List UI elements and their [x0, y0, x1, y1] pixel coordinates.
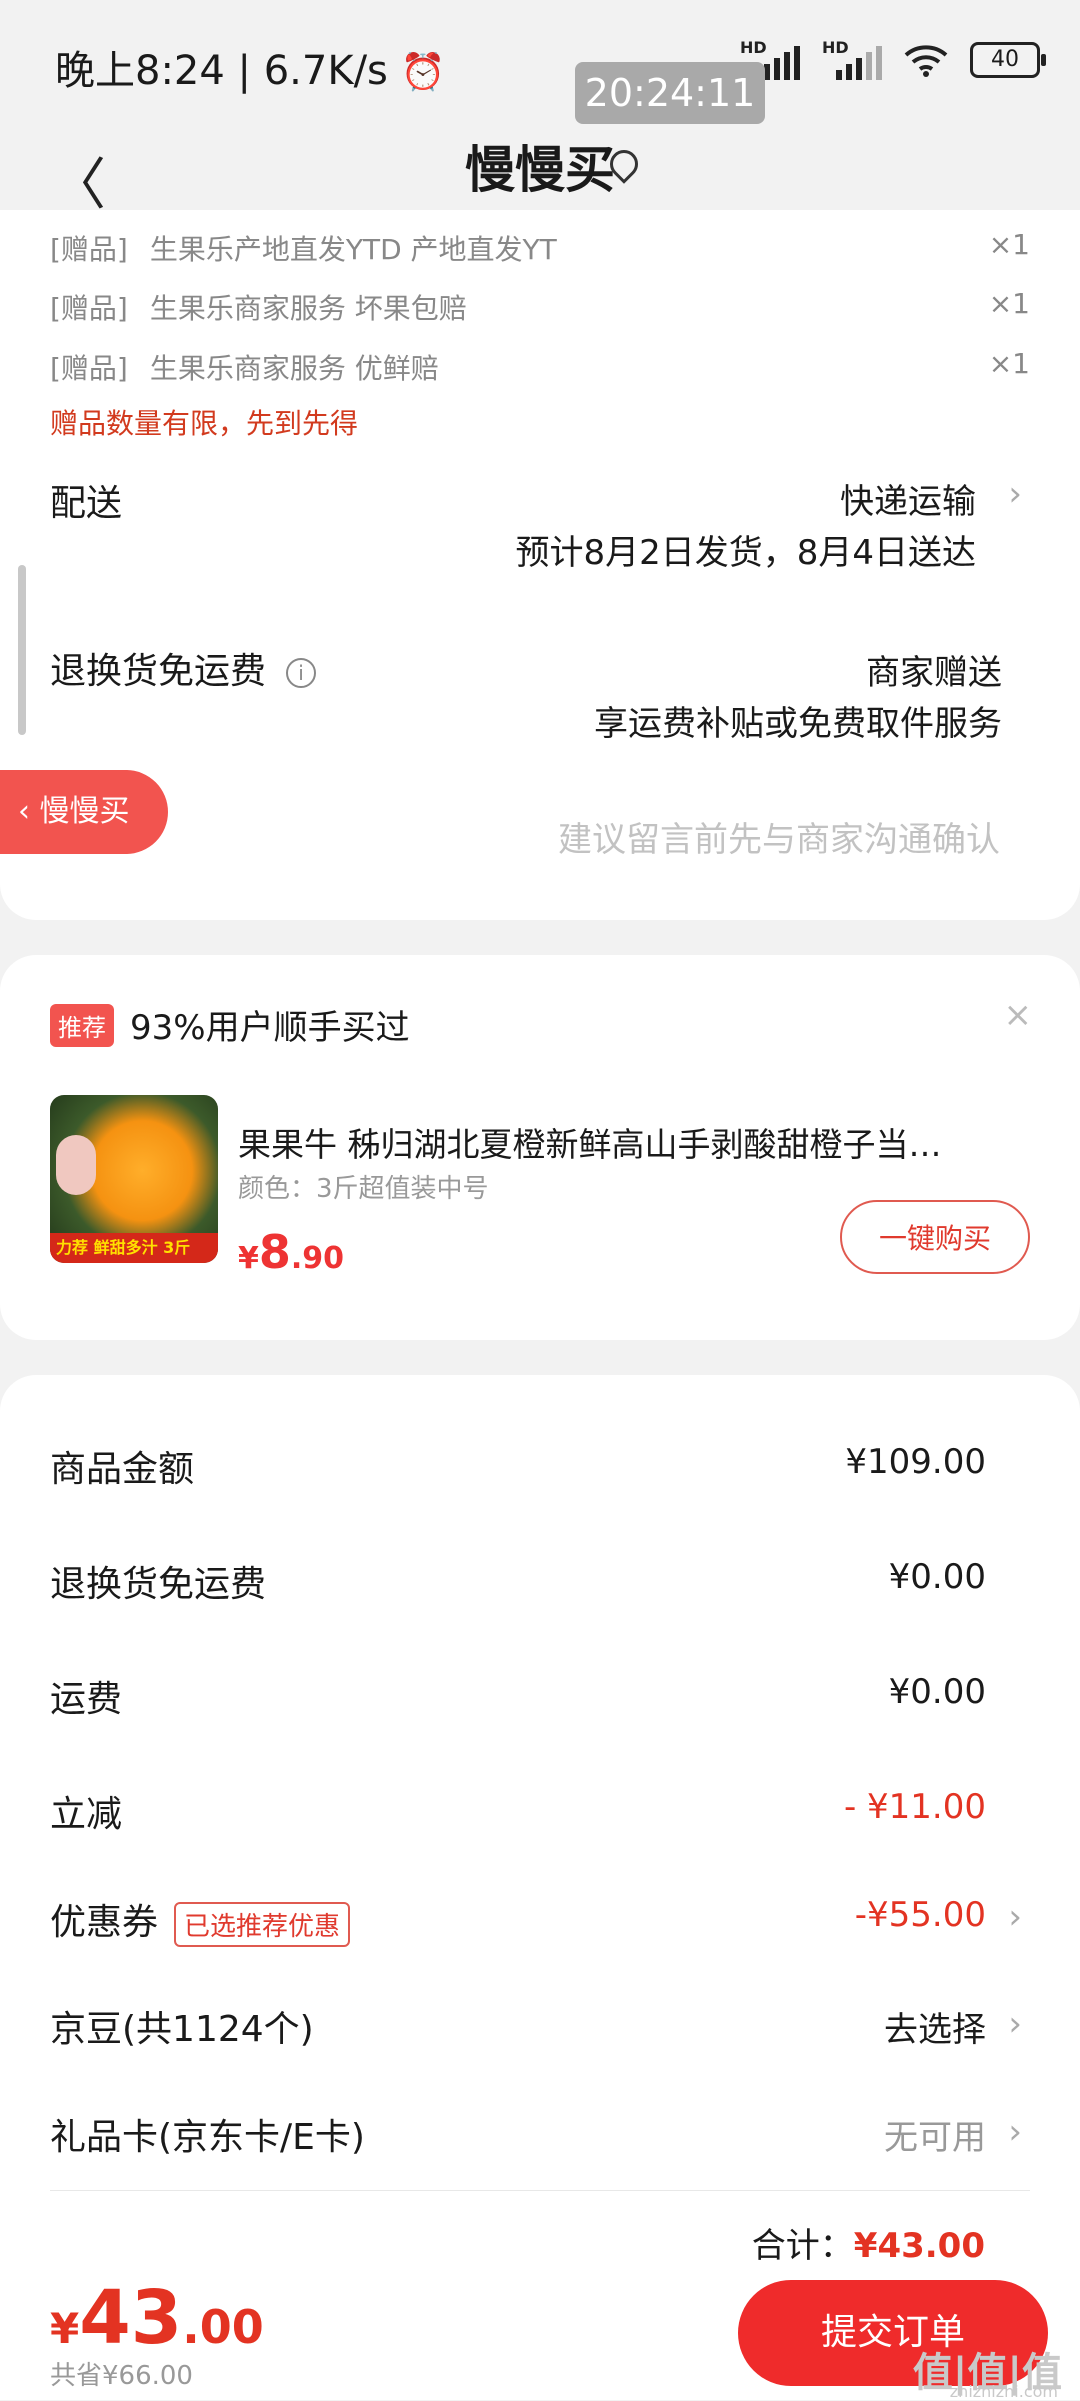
product-name[interactable]: 果果牛 秭归湖北夏橙新鲜高山手剥酸甜橙子当…	[238, 1118, 1008, 1166]
floating-back-button[interactable]: ‹ 慢慢买	[0, 770, 168, 854]
product-price: ¥8.90	[238, 1225, 345, 1279]
gift-item: [赠品] 生果乐商家服务 优鲜赔	[50, 352, 439, 385]
goods-amount-label: 商品金额	[50, 1449, 195, 1490]
gift-qty: ×1	[988, 347, 1030, 380]
recommend-title: 93%用户顺手买过	[130, 1008, 410, 1048]
chevron-right-icon[interactable]: ›	[1008, 2004, 1022, 2044]
jd-beans-value[interactable]: 去选择	[884, 2002, 986, 2051]
back-icon: ‹	[18, 794, 40, 829]
return-value: 商家赠送	[866, 653, 1002, 693]
coupon-label: 优惠券 已选推荐优惠	[50, 1893, 351, 1947]
close-icon[interactable]: ×	[1004, 995, 1033, 1035]
page-title: 慢慢买	[465, 141, 615, 199]
signal-icon: HD	[822, 38, 882, 80]
return-fee-value: ¥0.00	[888, 1557, 986, 1597]
return-fee-label: 退换货免运费	[50, 1564, 267, 1605]
return-label: 退换货免运费 i	[50, 642, 317, 694]
gift-qty: ×1	[988, 228, 1030, 261]
scroll-indicator	[18, 565, 26, 735]
wifi-icon	[904, 45, 948, 77]
screen-clock-overlay: 20:24:11	[575, 62, 765, 124]
delivery-label: 配送	[50, 483, 123, 524]
discount-value: - ¥11.00	[843, 1787, 986, 1827]
product-image[interactable]: 力荐 鲜甜多汁 3斤 8.9元	[50, 1095, 218, 1263]
product-spec: 颜色：3斤超值装中号	[238, 1174, 489, 1204]
giftcard-value[interactable]: 无可用	[884, 2110, 986, 2159]
info-icon[interactable]: i	[286, 658, 317, 688]
shipping-label: 运费	[50, 1679, 123, 1720]
saved-amount: 共省¥66.00	[50, 2361, 193, 2391]
shipping-value: ¥0.00	[888, 1672, 986, 1712]
note-input[interactable]: 建议留言前先与商家沟通确认	[558, 812, 1000, 861]
battery-icon: 40	[970, 42, 1046, 78]
delivery-estimate: 预计8月2日发货，8月4日送达	[515, 533, 976, 573]
recommend-badge: 推荐	[50, 1004, 114, 1047]
chevron-right-icon[interactable]: ›	[1008, 2112, 1022, 2152]
chevron-right-icon[interactable]: ›	[1008, 1897, 1022, 1937]
coupon-value[interactable]: -¥55.00	[855, 1895, 986, 1935]
delivery-method[interactable]: 快递运输	[840, 474, 976, 523]
coupon-tag: 已选推荐优惠	[174, 1901, 351, 1947]
alarm-icon: ⏰	[400, 52, 446, 93]
chevron-right-icon[interactable]: ›	[1008, 474, 1022, 514]
gift-item: [赠品] 生果乐商家服务 坏果包赔	[50, 292, 467, 325]
jd-beans-label: 京豆(共1124个)	[50, 2009, 314, 2050]
one-click-buy-button[interactable]: 一键购买	[840, 1200, 1030, 1274]
return-service: 享运费补贴或免费取件服务	[594, 704, 1002, 744]
divider	[50, 2190, 1030, 2191]
gift-qty: ×1	[988, 287, 1030, 320]
giftcard-label: 礼品卡(京东卡/E卡)	[50, 2117, 365, 2158]
discount-label: 立减	[50, 1794, 123, 1835]
total-line: 合计：¥43.00	[751, 2226, 985, 2266]
status-icons: HD HD 40	[740, 38, 1046, 80]
watermark-url: zhizhizhi.com	[949, 2382, 1058, 2401]
status-time: 晚上8:24 | 6.7K/s ⏰	[55, 48, 446, 94]
goods-amount-value: ¥109.00	[845, 1442, 986, 1482]
gift-item: [赠品] 生果乐产地直发YTD 产地直发YT	[50, 233, 557, 266]
gift-note: 赠品数量有限，先到先得	[50, 407, 359, 440]
pay-amount: ¥43.00	[50, 2275, 264, 2361]
